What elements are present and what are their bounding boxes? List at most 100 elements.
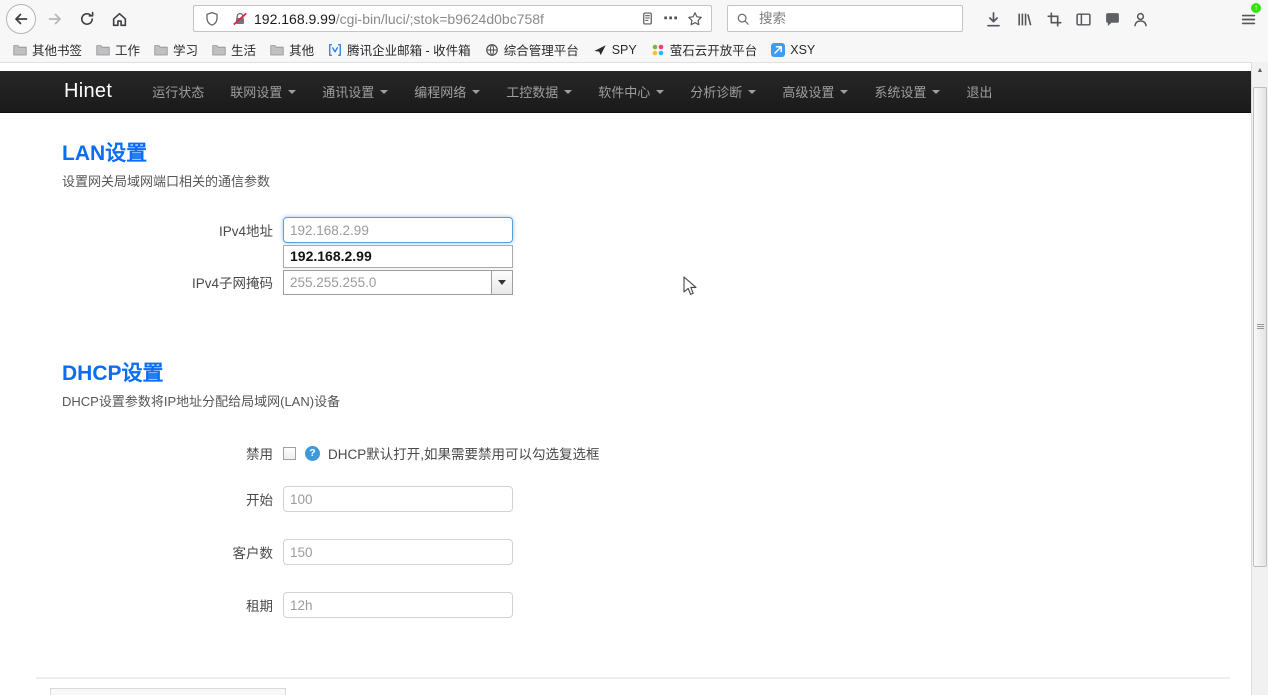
bookmark-spy[interactable]: SPY (586, 41, 644, 59)
page-content: LAN设置 设置网关局域网端口相关的通信参数 IPv4地址 192.168.2.… (0, 113, 1251, 695)
account-icon[interactable] (1128, 7, 1152, 31)
dhcp-lease-row: 租期 (0, 592, 513, 618)
nav-item-system[interactable]: 系统设置 (861, 82, 953, 101)
search-input[interactable] (757, 10, 954, 27)
netmask-combobox[interactable]: 255.255.255.0 (283, 270, 513, 295)
bookmarks-bar: 其他书签 工作 学习 生活 其他 腾讯企业邮箱 - 收件箱 综合管理平台 SPY… (0, 37, 1248, 62)
lan-section-title: LAN设置 (62, 137, 147, 167)
bookmark-folder-study[interactable]: 学习 (147, 38, 205, 61)
netmask-value: 255.255.255.0 (284, 271, 512, 294)
url-path: /cgi-bin/luci/;stok=b9624d0bc758f (336, 11, 544, 27)
dhcp-clients-row: 客户数 (0, 539, 513, 565)
nav-item-comm[interactable]: 通讯设置 (309, 82, 401, 101)
nav-item-advanced[interactable]: 高级设置 (769, 82, 861, 101)
site-nav-items: 运行状态 联网设置 通讯设置 编程网络 工控数据 软件中心 分析诊断 高级设置 … (139, 82, 1005, 101)
dhcp-clients-label: 客户数 (0, 542, 273, 562)
dhcp-clients-input[interactable] (283, 539, 513, 565)
lan-section-description: 设置网关局域网端口相关的通信参数 (62, 171, 270, 190)
dhcp-start-row: 开始 (0, 486, 513, 512)
home-icon (111, 11, 128, 28)
url-text[interactable]: 192.168.9.99/cgi-bin/luci/;stok=b9624d0b… (254, 11, 635, 27)
reload-icon (79, 11, 95, 27)
nav-item-network[interactable]: 联网设置 (217, 82, 309, 101)
ipv4-address-input[interactable] (283, 217, 513, 243)
bookmark-exmail[interactable]: 腾讯企业邮箱 - 收件箱 (321, 38, 478, 61)
bookmark-folder-work[interactable]: 工作 (89, 38, 147, 61)
tracking-shield-icon[interactable] (204, 11, 220, 27)
browser-toolbar: 192.168.9.99/cgi-bin/luci/;stok=b9624d0b… (0, 0, 1268, 62)
clipped-bottom-panel (50, 688, 286, 695)
screenshot-icon[interactable] (1042, 7, 1066, 31)
nav-item-software-center[interactable]: 软件中心 (585, 82, 677, 101)
chevron-down-icon (472, 90, 480, 94)
folder-icon (13, 44, 27, 56)
folder-icon (154, 44, 168, 56)
dhcp-disable-checkbox[interactable] (283, 447, 296, 460)
nav-item-diagnostics[interactable]: 分析诊断 (677, 82, 769, 101)
dropdown-arrow-icon (498, 280, 506, 285)
dhcp-start-input[interactable] (283, 486, 513, 512)
site-logo[interactable]: Hinet (64, 80, 112, 103)
chevron-down-icon (748, 90, 756, 94)
netmask-label: IPv4子网掩码 (0, 272, 273, 292)
nav-item-industrial-data[interactable]: 工控数据 (493, 82, 585, 101)
ipv4-address-row: IPv4地址 (0, 217, 513, 243)
chevron-down-icon (932, 90, 940, 94)
downloads-icon[interactable] (981, 7, 1005, 31)
dhcp-disable-label: 禁用 (0, 443, 273, 463)
scrollbar-grip-icon (1257, 324, 1264, 330)
bookmark-folder-other-bookmarks[interactable]: 其他书签 (6, 38, 89, 61)
exmail-icon (328, 43, 342, 57)
bookmark-ezviz[interactable]: 萤石云开放平台 (644, 38, 765, 61)
chevron-down-icon (380, 90, 388, 94)
home-button[interactable] (104, 4, 134, 34)
library-icon[interactable] (1012, 7, 1036, 31)
nav-item-programming[interactable]: 编程网络 (401, 82, 493, 101)
forward-arrow-icon (47, 11, 63, 27)
scrollbar-thumb[interactable] (1253, 87, 1267, 567)
back-arrow-icon (13, 11, 29, 27)
dhcp-lease-label: 租期 (0, 595, 273, 615)
dhcp-disable-hint: DHCP默认打开,如果需要禁用可以勾选复选框 (328, 443, 600, 463)
folder-icon (212, 44, 226, 56)
ipv4-address-label: IPv4地址 (0, 220, 273, 240)
chevron-down-icon (656, 90, 664, 94)
page-actions-icon[interactable]: ⋯ (659, 7, 683, 31)
search-box[interactable] (727, 5, 963, 32)
sidebar-icon[interactable] (1071, 7, 1095, 31)
url-bar[interactable]: 192.168.9.99/cgi-bin/luci/;stok=b9624d0b… (193, 5, 712, 32)
back-button[interactable] (6, 4, 36, 34)
section-divider (36, 677, 1230, 679)
arrow-square-icon (771, 43, 785, 57)
toolbar-divider (0, 62, 1268, 63)
mouse-cursor (683, 276, 699, 297)
nav-item-status[interactable]: 运行状态 (139, 82, 217, 101)
globe-icon (485, 43, 499, 57)
site-navbar: Hinet 运行状态 联网设置 通讯设置 编程网络 工控数据 软件中心 分析诊断… (0, 71, 1251, 113)
search-icon (736, 12, 750, 26)
ipv4-autocomplete-suggestion[interactable]: 192.168.2.99 (283, 245, 513, 268)
bookmark-mgmt-platform[interactable]: 综合管理平台 (478, 38, 586, 61)
forward-button[interactable] (40, 4, 70, 34)
dhcp-lease-input[interactable] (283, 592, 513, 618)
bookmark-folder-life[interactable]: 生活 (205, 38, 263, 61)
dhcp-start-label: 开始 (0, 489, 273, 509)
netmask-dropdown-button[interactable] (491, 271, 512, 294)
update-badge-icon: ↑ (1250, 2, 1262, 14)
url-host: 192.168.9.99 (254, 11, 336, 27)
scrollbar-up-button[interactable]: ▲ (1252, 62, 1268, 79)
bookmark-folder-misc[interactable]: 其他 (263, 38, 321, 61)
help-icon: ? (305, 446, 320, 461)
dhcp-section-description: DHCP设置参数将IP地址分配给局域网(LAN)设备 (62, 391, 340, 410)
bookmark-xsy[interactable]: XSY (764, 41, 822, 59)
insecure-lock-icon[interactable] (232, 11, 248, 27)
reload-button[interactable] (72, 4, 102, 34)
message-bubble-icon[interactable] (1100, 7, 1124, 31)
dhcp-section-title: DHCP设置 (62, 357, 164, 387)
reader-mode-icon[interactable] (635, 7, 659, 31)
nav-item-logout[interactable]: 退出 (953, 82, 1005, 101)
chevron-down-icon (840, 90, 848, 94)
color-dots-icon (651, 43, 665, 57)
page-scrollbar[interactable]: ▲ (1251, 62, 1268, 695)
bookmark-star-icon[interactable] (683, 7, 707, 31)
